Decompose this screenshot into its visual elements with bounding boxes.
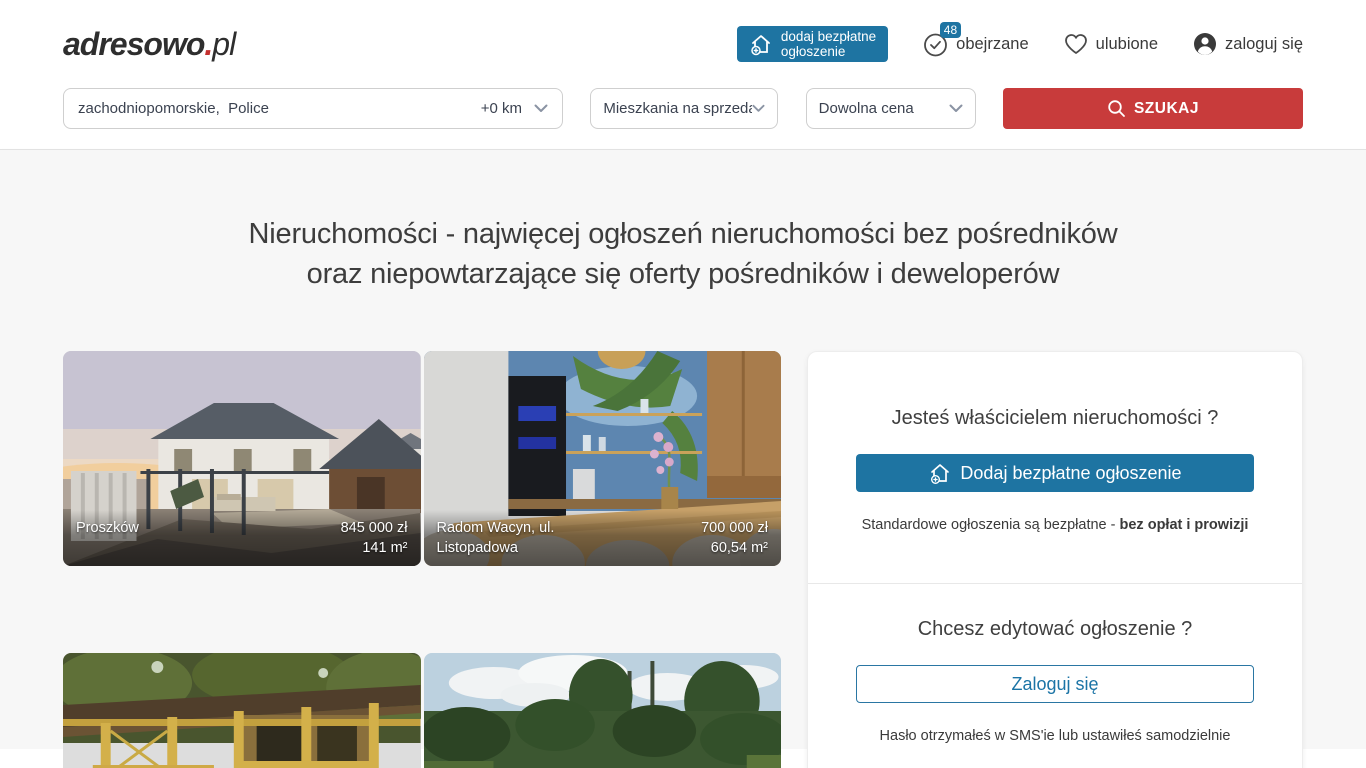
- page: adresowo.pl dodaj bezpłatne ogłos: [0, 0, 1366, 768]
- chevron-down-icon: [752, 104, 765, 113]
- main-content: Nieruchomości - najwięcej ogłoszeń nieru…: [0, 150, 1366, 749]
- listing-location-line2: Listopadowa: [437, 540, 518, 556]
- location-value: zachodniopomorskie, Police: [78, 100, 269, 117]
- viewed-label: obejrzane: [956, 35, 1028, 54]
- owner-note-bold: bez opłat i prowizji: [1120, 517, 1249, 533]
- edit-note: Hasło otrzymałeś w SMS'ie lub ustawiłeś …: [856, 728, 1254, 744]
- logo-tld: pl: [212, 26, 235, 63]
- site-logo[interactable]: adresowo.pl: [63, 26, 235, 63]
- house-plus-icon: [749, 32, 773, 56]
- login-button[interactable]: Zaloguj się: [856, 665, 1254, 703]
- sidebar: Jesteś właścicielem nieruchomości ? Doda…: [807, 351, 1303, 768]
- add-listing-button[interactable]: dodaj bezpłatne ogłoszenie: [737, 26, 888, 62]
- listing-card[interactable]: Proszków 845 000 zł 141 m²: [63, 351, 421, 566]
- logo-text: adresowo: [63, 26, 204, 63]
- listing-area: 141 m²: [362, 540, 407, 556]
- heart-icon: [1063, 32, 1089, 56]
- login-button-label: Zaloguj się: [1011, 674, 1098, 695]
- listing-photo-lake: [424, 653, 782, 768]
- page-title: Nieruchomości - najwięcej ogłoszeń nieru…: [0, 150, 1366, 294]
- viewed-check-icon: 48: [922, 31, 949, 58]
- viewed-nav-item[interactable]: 48 obejrzane: [922, 31, 1028, 58]
- radius-value: +0 km: [481, 100, 522, 117]
- user-icon: [1192, 31, 1218, 57]
- listing-location: Radom Wacyn, ul.: [437, 520, 555, 536]
- chevron-down-icon: [949, 104, 963, 113]
- login-nav-item[interactable]: zaloguj się: [1192, 31, 1303, 57]
- login-label: zaloguj się: [1225, 35, 1303, 54]
- listing-price: 845 000 zł: [341, 520, 408, 536]
- header: adresowo.pl dodaj bezpłatne ogłos: [0, 0, 1366, 149]
- listing-area: 60,54 m²: [711, 540, 768, 556]
- viewed-count-badge: 48: [940, 22, 961, 38]
- header-nav: dodaj bezpłatne ogłoszenie 48 obejrzane: [737, 26, 1303, 62]
- radius-dropdown[interactable]: +0 km: [481, 100, 548, 117]
- add-free-listing-label: Dodaj bezpłatne ogłoszenie: [960, 463, 1181, 484]
- listing-card[interactable]: Radom Wacyn, ul. Listopadowa 700 000 zł …: [424, 351, 782, 566]
- category-select[interactable]: Mieszkania na sprzedaż: [590, 88, 778, 129]
- listing-card[interactable]: Zawady 195 000 zł: [424, 653, 782, 768]
- search-button-label: SZUKAJ: [1134, 100, 1199, 118]
- add-listing-label-line1: dodaj bezpłatne: [781, 29, 876, 44]
- search-icon: [1107, 99, 1126, 118]
- listing-overlay: Proszków 845 000 zł 141 m²: [63, 510, 421, 566]
- listing-location: Proszków: [76, 520, 139, 536]
- search-bar: zachodniopomorskie, Police +0 km Mieszka…: [63, 88, 1303, 149]
- category-value: Mieszkania na sprzedaż: [603, 100, 752, 117]
- price-value: Dowolna cena: [819, 100, 914, 117]
- search-button[interactable]: SZUKAJ: [1003, 88, 1303, 129]
- add-free-listing-button[interactable]: Dodaj bezpłatne ogłoszenie: [856, 454, 1254, 492]
- location-input[interactable]: zachodniopomorskie, Police +0 km: [63, 88, 563, 129]
- listings-grid: Proszków 845 000 zł 141 m²: [63, 351, 781, 768]
- owner-section: Jesteś właścicielem nieruchomości ? Doda…: [808, 352, 1302, 583]
- listing-overlay: Radom Wacyn, ul. Listopadowa 700 000 zł …: [424, 510, 782, 566]
- owner-note: Standardowe ogłoszenia są bezpłatne - be…: [856, 517, 1254, 533]
- edit-section: Chcesz edytować ogłoszenie ? Zaloguj się…: [808, 584, 1302, 768]
- listing-photo-porch: [63, 653, 421, 768]
- house-plus-icon: [928, 461, 952, 485]
- listing-card[interactable]: Toruń Rubinkowo, ul. 75 000 zł: [63, 653, 421, 768]
- chevron-down-icon: [534, 104, 548, 113]
- favorites-label: ulubione: [1096, 35, 1158, 54]
- listing-price: 700 000 zł: [701, 520, 768, 536]
- owner-heading: Jesteś właścicielem nieruchomości ?: [856, 407, 1254, 430]
- add-listing-label-line2: ogłoszenie: [781, 44, 846, 59]
- favorites-nav-item[interactable]: ulubione: [1063, 32, 1158, 56]
- price-select[interactable]: Dowolna cena: [806, 88, 976, 129]
- edit-heading: Chcesz edytować ogłoszenie ?: [856, 618, 1254, 641]
